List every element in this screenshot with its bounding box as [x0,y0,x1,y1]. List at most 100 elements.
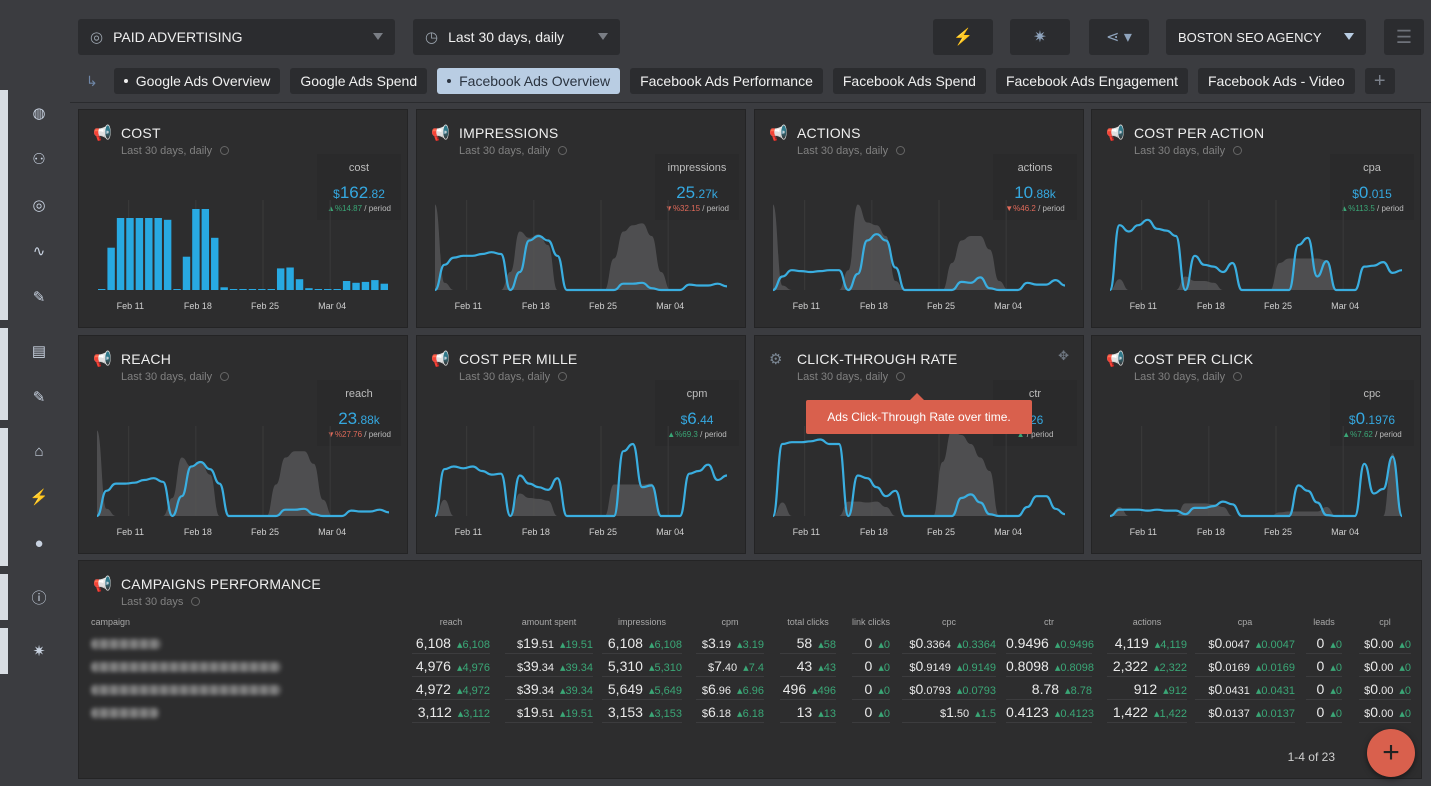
tab-facebook-ads-engagement[interactable]: Facebook Ads Engagement [995,68,1188,94]
series-line[interactable] [96,460,390,518]
kpi-label: cpa [1363,162,1381,174]
sidebar-item-bank[interactable]: ⌂ [0,428,70,474]
tab-google-ads-spend[interactable]: Google Ads Spend [290,68,428,94]
dashboard-select[interactable]: ◎ PAID ADVERTISING [78,19,395,55]
sidebar-group: ◍ ⚇ ◎ ∿ ✎ [0,90,70,320]
move-icon[interactable]: ✥ [1058,348,1069,364]
sidebar-item-bug[interactable]: ✷ [0,628,70,674]
sidebar-item-analytics[interactable]: ∿ [0,228,70,274]
bar[interactable] [342,281,351,290]
kpi-label: ctr [1028,388,1042,400]
column-header-actions[interactable]: actions [1107,617,1187,627]
column-header-campaign[interactable]: campaign [91,617,151,627]
bar[interactable] [239,289,247,290]
bar[interactable] [163,219,172,290]
column-header-cpm[interactable]: cpm [690,617,770,627]
clock-icon: ◷ [425,29,439,46]
table-row[interactable]: 6,108 ▴6,108 $19.51 ▴19.51 6,108 ▴6,108 $3.19 ▴… [79,633,1421,656]
bar[interactable] [154,218,162,290]
table-row[interactable]: 4,972 ▴4,972 $39.34 ▴39.34 5,649 ▴5,649 $6.96 ▴… [79,679,1421,702]
sidebar-item-edit[interactable]: ✎ [0,374,70,420]
series-line[interactable] [771,438,1066,518]
bar[interactable] [107,247,115,290]
bar[interactable] [173,289,181,290]
bar[interactable] [145,218,153,290]
add-widget-button[interactable]: + [1367,729,1415,777]
bar[interactable] [98,289,106,290]
campaign-name-redacted[interactable] [91,639,161,649]
column-header-cpl[interactable]: cpl [1345,617,1425,627]
series-line[interactable] [772,233,1066,292]
column-header-cpc[interactable]: cpc [909,617,989,627]
bar[interactable] [371,280,379,290]
bar[interactable] [361,281,370,290]
bar[interactable] [248,289,257,290]
add-tab-button[interactable]: + [1364,68,1395,94]
tab-google-ads-overview[interactable]: Google Ads Overview [113,68,281,94]
plug-button[interactable]: ⚡ [933,19,993,55]
bar[interactable] [201,209,210,290]
series-line[interactable] [1109,455,1404,518]
widget-title: COST PER MILLE [459,351,578,367]
agency-select[interactable]: BOSTON SEO AGENCY [1166,19,1366,55]
delta-value: ▴4,119 [1154,639,1187,651]
column-header-link-clicks[interactable]: link clicks [831,617,911,627]
tab-facebook-ads-video[interactable]: Facebook Ads - Video [1197,68,1355,94]
bar[interactable] [267,289,275,290]
delta-value: ▴0 [878,685,890,697]
gear-icon[interactable]: ⚙ [769,350,782,368]
bar[interactable] [211,237,219,290]
bar[interactable] [276,268,285,290]
column-header-ctr[interactable]: ctr [1009,617,1089,627]
bar[interactable] [305,288,313,290]
delta-value: ▴3.19 [737,639,764,651]
bar[interactable] [220,287,228,290]
tab-facebook-ads-overview[interactable]: Facebook Ads Overview [437,68,621,94]
sidebar-item-edit[interactable]: ✎ [0,274,70,320]
bar[interactable] [182,256,191,290]
bar[interactable] [286,267,294,291]
bar[interactable] [258,289,266,290]
tab-facebook-ads-spend[interactable]: Facebook Ads Spend [832,68,986,94]
bar[interactable] [352,282,360,290]
column-header-impressions[interactable]: impressions [602,617,682,627]
table-row[interactable]: 3,112 ▴3,112 $19.51 ▴19.51 3,153 ▴3,153 $6.18 ▴… [79,702,1421,725]
sidebar-item-globe[interactable]: ◍ [0,90,70,136]
menu-button[interactable]: ☰ [1384,19,1424,55]
bar[interactable] [116,218,125,290]
chevron-down-icon [598,33,608,40]
bar[interactable] [192,209,200,290]
bar[interactable] [295,279,304,290]
sidebar-item-clipboard[interactable]: ▤ [0,328,70,374]
bar[interactable] [126,218,134,290]
sidebar-item-account[interactable]: ● [0,520,70,566]
sidebar-item-plug[interactable]: ⚡ [0,474,70,520]
sidebar-item-users[interactable]: ⚇ [0,136,70,182]
bar[interactable] [314,289,323,290]
bar[interactable] [324,289,332,290]
column-header-cpa[interactable]: cpa [1205,617,1285,627]
campaign-name-redacted[interactable] [91,685,281,695]
x-tick-label: Mar 04 [318,301,346,310]
bar[interactable] [135,218,144,290]
series-line[interactable] [1108,218,1403,292]
column-header-reach[interactable]: reach [411,617,491,627]
series-line[interactable] [433,442,728,518]
sidebar-item-info[interactable]: ⓘ [0,574,70,620]
period-select[interactable]: ◷ Last 30 days, daily [413,19,620,55]
widget-subtitle: Last 30 days, daily [121,371,230,383]
tab-facebook-ads-performance[interactable]: Facebook Ads Performance [630,68,823,94]
campaign-name-redacted[interactable] [91,662,281,672]
campaign-name-redacted[interactable] [91,708,159,718]
share-button[interactable]: ⋖ ▾ [1089,19,1149,55]
column-header-amount-spent[interactable]: amount spent [509,617,589,627]
bar[interactable] [380,283,388,290]
delta-value: ▴0 [1399,708,1411,720]
sidebar-item-target[interactable]: ◎ [0,182,70,228]
bar[interactable] [333,289,341,290]
chart: Feb 11 Feb 18 Feb 25 Mar 04 [1108,200,1403,310]
series-line[interactable] [434,234,728,292]
bug-button[interactable]: ✷ [1010,19,1070,55]
table-row[interactable]: 4,976 ▴4,976 $39.34 ▴39.34 5,310 ▴5,310 $7.40 ▴… [79,656,1421,679]
bar[interactable] [229,289,238,290]
